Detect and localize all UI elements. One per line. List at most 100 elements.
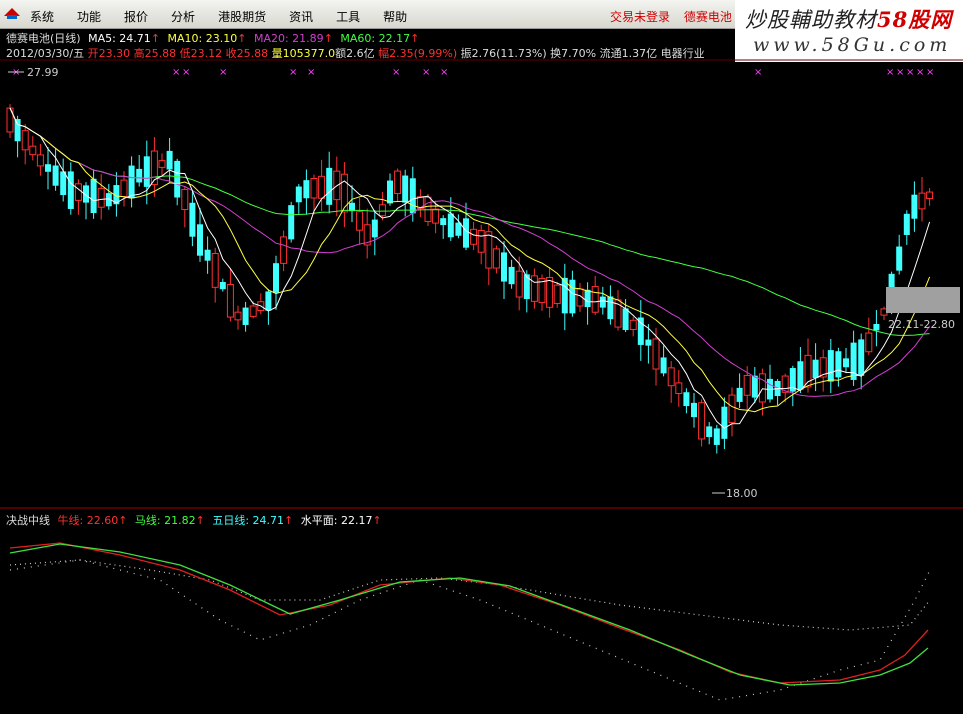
candle-down xyxy=(174,160,181,198)
candle-down xyxy=(326,167,333,205)
candle-up xyxy=(226,284,234,318)
candle-down xyxy=(721,406,728,439)
candle-up xyxy=(698,402,706,440)
candle-down xyxy=(903,213,910,235)
candle-down xyxy=(303,180,310,199)
horse-line-label: 马线: 21.82 xyxy=(134,514,196,527)
candle-up xyxy=(249,305,257,317)
signal-marker-icon: × xyxy=(754,67,762,78)
candle-up xyxy=(926,191,934,200)
candle-down xyxy=(197,224,203,256)
signal-marker-icon: × xyxy=(422,67,430,78)
candle-down xyxy=(371,219,378,238)
candle-up xyxy=(629,319,637,330)
signal-marker-icon: × xyxy=(926,67,934,78)
candle-down xyxy=(402,175,409,203)
candle-down xyxy=(52,165,59,186)
candle-up xyxy=(310,178,318,199)
candle-up xyxy=(36,154,44,167)
candle-down xyxy=(569,279,576,314)
candlesticks xyxy=(6,104,934,454)
candle-up xyxy=(432,208,440,224)
candle-down xyxy=(219,282,226,290)
horse-line xyxy=(9,543,929,686)
candle-up xyxy=(181,188,189,211)
water-level-label: 水平面: 22.17 xyxy=(300,514,373,527)
candle-down xyxy=(751,375,758,398)
candle-down xyxy=(189,202,196,237)
candle-down xyxy=(599,296,606,308)
signal-marker-icon: × xyxy=(182,67,190,78)
signal-marker-icon: × xyxy=(307,67,315,78)
candle-up xyxy=(865,332,873,353)
candle-down xyxy=(645,339,652,346)
signal-markers: × × × × × × × × × × × × × × × xyxy=(12,67,934,78)
candle-up xyxy=(515,270,523,298)
candle-up xyxy=(394,170,402,195)
candle-up xyxy=(553,284,561,304)
candle-up xyxy=(758,373,766,403)
sub-legend: 决战中线 牛线: 22.60↑ 马线: 21.82↑ 五日线: 24.71↑ 水… xyxy=(6,514,382,527)
candle-up xyxy=(74,183,82,201)
candle-up xyxy=(485,231,493,269)
signal-marker-icon: × xyxy=(906,67,914,78)
kline-chart[interactable]: × × × × × × × × × × × × × × × 22.11-22.80 27.99 18.00 xyxy=(0,0,963,714)
candle-down xyxy=(843,358,849,368)
candle-up xyxy=(743,374,751,396)
signal-marker-icon: × xyxy=(440,67,448,78)
candle-down xyxy=(501,252,507,282)
candle-down xyxy=(387,180,393,204)
candle-down xyxy=(835,351,842,378)
candle-down xyxy=(858,339,865,376)
low-price-label: 18.00 xyxy=(726,487,758,500)
candle-down xyxy=(637,317,644,345)
candle-down xyxy=(584,289,591,308)
candle-up xyxy=(530,275,538,302)
candle-down xyxy=(706,426,713,438)
candle-down xyxy=(204,249,211,261)
candle-down xyxy=(911,194,918,219)
candle-down xyxy=(128,165,135,199)
candle-down xyxy=(447,213,454,238)
candle-down xyxy=(295,186,302,203)
candle-down xyxy=(713,428,720,445)
candle-down xyxy=(14,119,21,142)
candle-down xyxy=(896,246,903,271)
candle-up xyxy=(211,252,219,288)
candle-down xyxy=(622,308,629,330)
bull-line-label: 牛线: 22.60 xyxy=(57,514,119,527)
candle-down xyxy=(508,266,515,285)
candle-up xyxy=(234,311,242,321)
candle-down xyxy=(691,402,697,418)
candle-up xyxy=(477,229,485,253)
bull-line xyxy=(9,542,929,684)
candle-down xyxy=(463,218,469,248)
candle-down xyxy=(67,171,74,209)
price-range-label: 22.11-22.80 xyxy=(888,318,955,331)
candle-down xyxy=(873,323,880,331)
price-range-box xyxy=(886,287,960,313)
candle-up xyxy=(378,204,386,217)
candle-up xyxy=(158,160,166,168)
sub-title: 决战中线 xyxy=(6,514,50,527)
signal-marker-icon: × xyxy=(219,67,227,78)
candle-down xyxy=(660,357,667,374)
candle-down xyxy=(273,263,279,293)
candle-down xyxy=(736,387,743,402)
candle-down xyxy=(797,361,804,390)
candle-up xyxy=(728,394,736,424)
candle-up xyxy=(918,192,926,210)
candle-down xyxy=(288,205,295,240)
ma10-line xyxy=(9,107,931,413)
candle-up xyxy=(318,175,326,199)
candle-up xyxy=(120,179,128,198)
candle-down xyxy=(812,359,819,379)
sub-dotted-line-1 xyxy=(9,559,931,631)
high-price-label: 27.99 xyxy=(27,66,59,79)
candle-down xyxy=(143,156,150,187)
candle-up xyxy=(340,173,348,213)
candle-down xyxy=(455,222,462,236)
candle-up xyxy=(591,286,599,313)
candle-down xyxy=(136,168,143,183)
candle-up xyxy=(546,277,554,308)
